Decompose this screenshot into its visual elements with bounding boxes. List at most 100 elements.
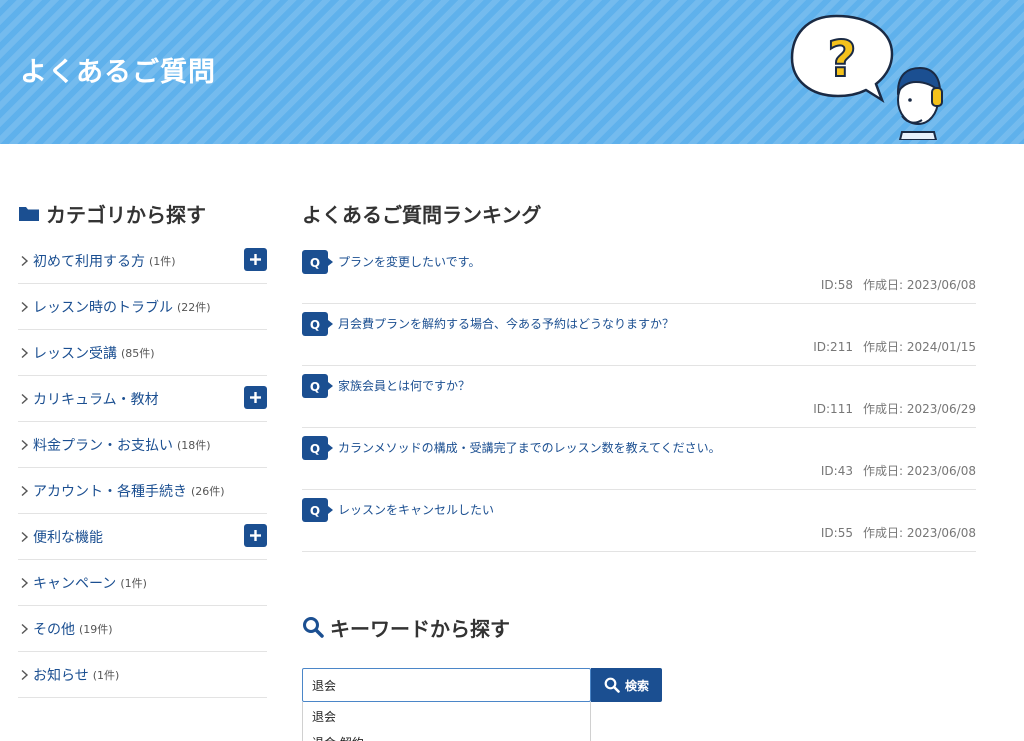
ranking-list: Q プランを変更したいです。 ID:58 作成日: 2023/06/08 Q 月会費プラン… xyxy=(302,242,976,552)
faq-id: ID:211 xyxy=(813,340,853,354)
faq-id: ID:55 xyxy=(820,526,853,540)
faq-id: ID:58 xyxy=(820,278,853,292)
category-item[interactable]: 料金プラン・お支払い (18件) xyxy=(18,422,267,468)
suggestion-item[interactable]: 退会 xyxy=(303,702,590,728)
category-list: 初めて利用する方 (1件) レッスン時のトラブル (22件) レッスン受講 (85件) カリ… xyxy=(18,238,267,698)
expand-category-button[interactable] xyxy=(244,524,267,547)
keyword-heading-text: キーワードから探す xyxy=(330,616,510,641)
category-count: (1件) xyxy=(149,254,176,268)
category-heading-text: カテゴリから探す xyxy=(46,202,206,227)
category-label: アカウント・各種手続き xyxy=(33,483,187,500)
faq-created-date: 作成日: 2023/06/08 xyxy=(862,278,976,292)
folder-icon xyxy=(19,207,39,221)
category-item[interactable]: アカウント・各種手続き (26件) xyxy=(18,468,267,514)
faq-meta: ID:111 作成日: 2023/06/29 xyxy=(813,400,976,417)
chevron-right-icon xyxy=(21,485,29,496)
category-count: (85件) xyxy=(121,346,155,360)
support-agent-icon: ? xyxy=(790,14,943,140)
category-label: 初めて利用する方 xyxy=(33,253,145,270)
faq-question-link[interactable]: 家族会員とは何ですか？ xyxy=(338,377,470,394)
category-count: (19件) xyxy=(79,622,113,636)
category-label: カリキュラム・教材 xyxy=(33,391,159,408)
faq-meta: ID:55 作成日: 2023/06/08 xyxy=(821,524,976,541)
faq-created-date: 作成日: 2024/01/15 xyxy=(862,340,976,354)
search-icon xyxy=(604,677,620,693)
category-item[interactable]: レッスン受講 (85件) xyxy=(18,330,267,376)
q-badge-text: Q xyxy=(310,442,320,456)
search-icon xyxy=(303,617,324,638)
q-badge-text: Q xyxy=(310,504,320,518)
faq-item: Q 家族会員とは何ですか？ ID:111 作成日: 2023/06/29 xyxy=(302,366,976,428)
faq-item: Q プランを変更したいです。 ID:58 作成日: 2023/06/08 xyxy=(302,242,976,304)
chevron-right-icon xyxy=(21,531,29,542)
faq-meta: ID:43 作成日: 2023/06/08 xyxy=(821,462,976,479)
q-badge-text: Q xyxy=(310,380,320,394)
autocomplete-suggestions: 退会退会 解約 xyxy=(302,702,591,741)
category-count: (1件) xyxy=(92,668,120,682)
category-item[interactable]: その他 (19件) xyxy=(18,606,267,652)
q-badge-icon: Q xyxy=(302,374,333,398)
search-button-label: 検索 xyxy=(624,678,649,693)
category-label: レッスン受講 xyxy=(33,345,117,362)
faq-meta: ID:211 作成日: 2024/01/15 xyxy=(813,338,976,355)
category-label: レッスン時のトラブル xyxy=(33,299,173,316)
expand-category-button[interactable] xyxy=(244,386,267,409)
chevron-right-icon xyxy=(21,669,29,680)
search-button[interactable]: 検索 xyxy=(591,668,662,702)
category-item[interactable]: カリキュラム・教材 xyxy=(18,376,267,422)
chevron-right-icon xyxy=(21,439,29,450)
faq-question-link[interactable]: レッスンをキャンセルしたい xyxy=(338,501,494,518)
category-count: (22件) xyxy=(177,300,211,314)
faq-created-date: 作成日: 2023/06/08 xyxy=(862,526,976,540)
chevron-right-icon xyxy=(21,393,29,404)
category-label: 料金プラン・お支払い xyxy=(33,437,173,454)
category-label: キャンペーン xyxy=(33,575,117,592)
faq-created-date: 作成日: 2023/06/08 xyxy=(862,464,976,478)
q-badge-icon: Q xyxy=(302,436,333,460)
category-item[interactable]: 初めて利用する方 (1件) xyxy=(18,238,267,284)
category-count: (1件) xyxy=(120,576,147,590)
q-badge-icon: Q xyxy=(302,498,333,522)
main-content: よくあるご質問ランキング Q プランを変更したいです。 ID:58 作成日: 2023… xyxy=(302,196,976,552)
expand-category-button[interactable] xyxy=(244,248,267,271)
plus-icon xyxy=(250,530,261,541)
q-badge-icon: Q xyxy=(302,250,333,274)
svg-text:?: ? xyxy=(827,30,856,88)
category-item[interactable]: キャンペーン (1件) xyxy=(18,560,267,606)
faq-meta: ID:58 作成日: 2023/06/08 xyxy=(821,276,976,293)
category-label: その他 xyxy=(33,621,75,638)
ranking-title: よくあるご質問ランキング xyxy=(302,202,542,227)
faq-item: Q 月会費プランを解約する場合、今ある予約はどうなりますか？ ID:211 作成日: … xyxy=(302,304,976,366)
q-badge-text: Q xyxy=(310,318,320,332)
faq-question-link[interactable]: 月会費プランを解約する場合、今ある予約はどうなりますか？ xyxy=(338,315,674,332)
keyword-search-input[interactable] xyxy=(302,668,591,702)
faq-item: Q レッスンをキャンセルしたい ID:55 作成日: 2023/06/08 xyxy=(302,490,976,552)
category-item[interactable]: 便利な機能 xyxy=(18,514,267,560)
faq-id: ID:43 xyxy=(820,464,853,478)
category-item[interactable]: お知らせ (1件) xyxy=(18,652,267,698)
category-label: 便利な機能 xyxy=(33,529,103,546)
plus-icon xyxy=(250,392,261,403)
faq-item: Q カランメソッドの構成・受講完了までのレッスン数を教えてください。 ID:43 作成… xyxy=(302,428,976,490)
faq-created-date: 作成日: 2023/06/29 xyxy=(862,402,976,416)
chevron-right-icon xyxy=(21,623,29,634)
chevron-right-icon xyxy=(21,301,29,312)
keyword-heading: キーワードから探す xyxy=(302,610,510,644)
q-badge-icon: Q xyxy=(302,312,333,336)
faq-question-link[interactable]: カランメソッドの構成・受講完了までのレッスン数を教えてください。 xyxy=(338,439,721,456)
category-count: (18件) xyxy=(177,438,211,452)
faq-id: ID:111 xyxy=(813,402,853,416)
category-sidebar: カテゴリから探す 初めて利用する方 (1件) レッスン時のトラブル (22件) レッスン… xyxy=(18,196,267,698)
chevron-right-icon xyxy=(21,255,29,266)
page-title: よくあるご質問 xyxy=(20,57,216,88)
category-item[interactable]: レッスン時のトラブル (22件) xyxy=(18,284,267,330)
chevron-right-icon xyxy=(21,577,29,588)
category-label: お知らせ xyxy=(33,667,89,684)
faq-question-link[interactable]: プランを変更したいです。 xyxy=(338,253,480,270)
category-count: (26件) xyxy=(191,484,225,498)
chevron-right-icon xyxy=(21,347,29,358)
suggestion-item[interactable]: 退会 解約 xyxy=(303,728,590,741)
q-badge-text: Q xyxy=(310,256,320,270)
page-header: よくあるご質問 ? xyxy=(0,0,1024,144)
plus-icon xyxy=(250,254,261,265)
